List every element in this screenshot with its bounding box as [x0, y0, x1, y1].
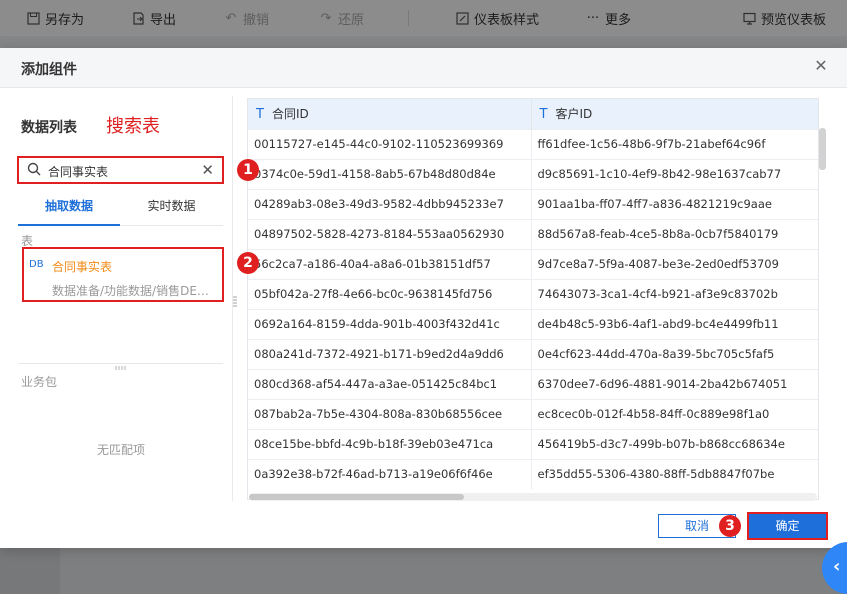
table-row: 0374c0e-59d1-4158-8ab5-67b48d80d84e d9c85…	[248, 158, 818, 189]
db-icon: DB	[29, 259, 44, 270]
contract-id-cell: 05bf042a-27f8-4e66-bc0c-9638145fd756	[248, 278, 532, 309]
search-icon	[27, 162, 41, 176]
vertical-resize-handle[interactable]	[233, 295, 237, 309]
confirm-button[interactable]: 确定	[747, 512, 828, 540]
customer-id-cell: ef35dd55-5306-4380-88ff-5db8847f07be	[531, 458, 818, 489]
close-icon[interactable]: ✕	[813, 58, 829, 74]
contract-id-cell: 0374c0e-59d1-4158-8ab5-67b48d80d84e	[248, 158, 532, 189]
table-result-item[interactable]: DB 合同事实表 数据准备/功能数据/销售DEMO/合同事实表	[22, 247, 224, 302]
horizontal-scroll-thumb[interactable]	[249, 494, 464, 500]
contract-id-cell: 0a392e38-b72f-46ad-b713-a19e06f6f46e	[248, 458, 532, 489]
customer-id-cell: 74643073-3ca1-4cf4-b921-af3e9c83702b	[531, 278, 818, 309]
table-row: 56c2ca7-a186-40a4-a8a6-01b38151df57 9d7ce…	[248, 248, 818, 279]
table-row: 0692a164-8159-4dda-901b-4003f432d41c de4b…	[248, 308, 818, 339]
step-badge-1: 1	[237, 159, 259, 181]
text-type-icon: T	[539, 107, 548, 123]
no-match-text: 无匹配项	[96, 443, 145, 457]
contract-id-cell: 08ce15be-bbfd-4c9b-b18f-39eb03e471ca	[248, 428, 532, 459]
table-header-row: T 合同ID T 客户ID	[248, 99, 818, 129]
table-row: 04289ab3-08e3-49d3-9582-4dbb945233e7 901a…	[248, 188, 818, 219]
customer-id-cell: 6370dee7-6d96-4881-9014-2ba42b674051	[531, 368, 818, 399]
step-badge-2: 2	[237, 252, 259, 274]
resize-handle[interactable]	[115, 366, 127, 370]
panel-divider	[18, 363, 223, 364]
search-input[interactable]: 合同事实表 ✕	[17, 156, 224, 184]
tab-realtime-data[interactable]: 实时数据	[120, 198, 223, 226]
business-package-label: 业务包	[21, 375, 58, 389]
table-row: 08ce15be-bbfd-4c9b-b18f-39eb03e471ca 4564…	[248, 428, 818, 459]
contract-id-cell: 04289ab3-08e3-49d3-9582-4dbb945233e7	[248, 188, 532, 219]
contract-id-cell: 04897502-5828-4273-8184-553aa0562930	[248, 218, 532, 249]
customer-id-cell: 88d567a8-feab-4ce5-8b8a-0cb7f5840179	[531, 218, 818, 249]
dialog-header: 添加组件 ✕	[0, 48, 847, 88]
data-preview-table: T 合同ID T 客户ID 00115727-e145-44c0-9102-1105…	[247, 98, 819, 500]
table-body: 00115727-e145-44c0-9102-110523699369 ff61…	[248, 128, 818, 489]
result-table-name: 合同事实表	[52, 260, 113, 274]
vertical-scroll-thumb[interactable]	[819, 128, 826, 170]
customer-id-cell: 456419b5-d3c7-499b-b07b-b868cc68634e	[531, 428, 818, 459]
add-component-dialog: 添加组件 ✕ 数据列表 搜索表 合同事实表 ✕ 抽取数据 实时数据 表 DB 合…	[0, 48, 847, 548]
customer-id-cell: 0e4cf623-44dd-470a-8a39-5bc705c5faf5	[531, 338, 818, 369]
customer-id-cell: d9c85691-1c10-4ef9-8b42-98e1637cab77	[531, 158, 818, 189]
customer-id-cell: 901aa1ba-ff07-4ff7-a836-4821219c9aae	[531, 188, 818, 219]
contract-id-cell: 56c2ca7-a186-40a4-a8a6-01b38151df57	[248, 248, 532, 279]
contract-id-cell: 0692a164-8159-4dda-901b-4003f432d41c	[248, 308, 532, 339]
dialog-title: 添加组件	[21, 62, 77, 78]
vertical-scrollbar[interactable]	[819, 128, 827, 500]
table-row: 087bab2a-7b5e-4304-808a-830b68556cee ec8c…	[248, 398, 818, 429]
data-list-title: 数据列表	[21, 120, 77, 136]
table-row: 05bf042a-27f8-4e66-bc0c-9638145fd756 7464…	[248, 278, 818, 309]
table-row: 00115727-e145-44c0-9102-110523699369 ff61…	[248, 128, 818, 159]
table-row: 04897502-5828-4273-8184-553aa0562930 88d5…	[248, 218, 818, 249]
customer-id-cell: ff61dfee-1c56-48b6-9f7b-21abef64c96f	[531, 128, 818, 159]
contract-id-cell: 080a241d-7372-4921-b171-b9ed2d4a9dd6	[248, 338, 532, 369]
contract-id-cell: 087bab2a-7b5e-4304-808a-830b68556cee	[248, 398, 532, 429]
column-label: 合同ID	[271, 107, 309, 122]
active-tab-indicator	[18, 224, 120, 226]
source-tabs: 抽取数据 实时数据	[18, 198, 223, 226]
table-row: 0a392e38-b72f-46ad-b713-a19e06f6f46e ef35…	[248, 458, 818, 489]
customer-id-cell: de4b48c5-93b6-4af1-abd9-bc4e4499fb11	[531, 308, 818, 339]
column-header-customer-id[interactable]: T 客户ID	[531, 99, 818, 129]
tab-extract-data[interactable]: 抽取数据	[18, 198, 120, 226]
result-table-path: 数据准备/功能数据/销售DEMO/合同事实表	[52, 284, 217, 298]
column-header-contract-id[interactable]: T 合同ID	[248, 99, 532, 129]
chevron-left-icon: ‹	[833, 556, 841, 577]
column-label: 客户ID	[555, 107, 593, 122]
customer-id-cell: 9d7ce8a7-5f9a-4087-be3e-2ed0edf53709	[531, 248, 818, 279]
clear-search-icon[interactable]: ✕	[201, 161, 214, 179]
search-value: 合同事实表	[48, 165, 109, 179]
contract-id-cell: 00115727-e145-44c0-9102-110523699369	[248, 128, 532, 159]
customer-id-cell: ec8cec0b-012f-4b58-84ff-0c889e98f1a0	[531, 398, 818, 429]
table-row: 080cd368-af54-447a-a3ae-051425c84bc1 6370…	[248, 368, 818, 399]
table-row: 080a241d-7372-4921-b171-b9ed2d4a9dd6 0e4c…	[248, 338, 818, 369]
horizontal-scrollbar[interactable]	[249, 493, 817, 501]
contract-id-cell: 080cd368-af54-447a-a3ae-051425c84bc1	[248, 368, 532, 399]
text-type-icon: T	[256, 107, 264, 123]
step-badge-3: 3	[719, 515, 741, 537]
annotation-label: 搜索表	[106, 116, 160, 137]
